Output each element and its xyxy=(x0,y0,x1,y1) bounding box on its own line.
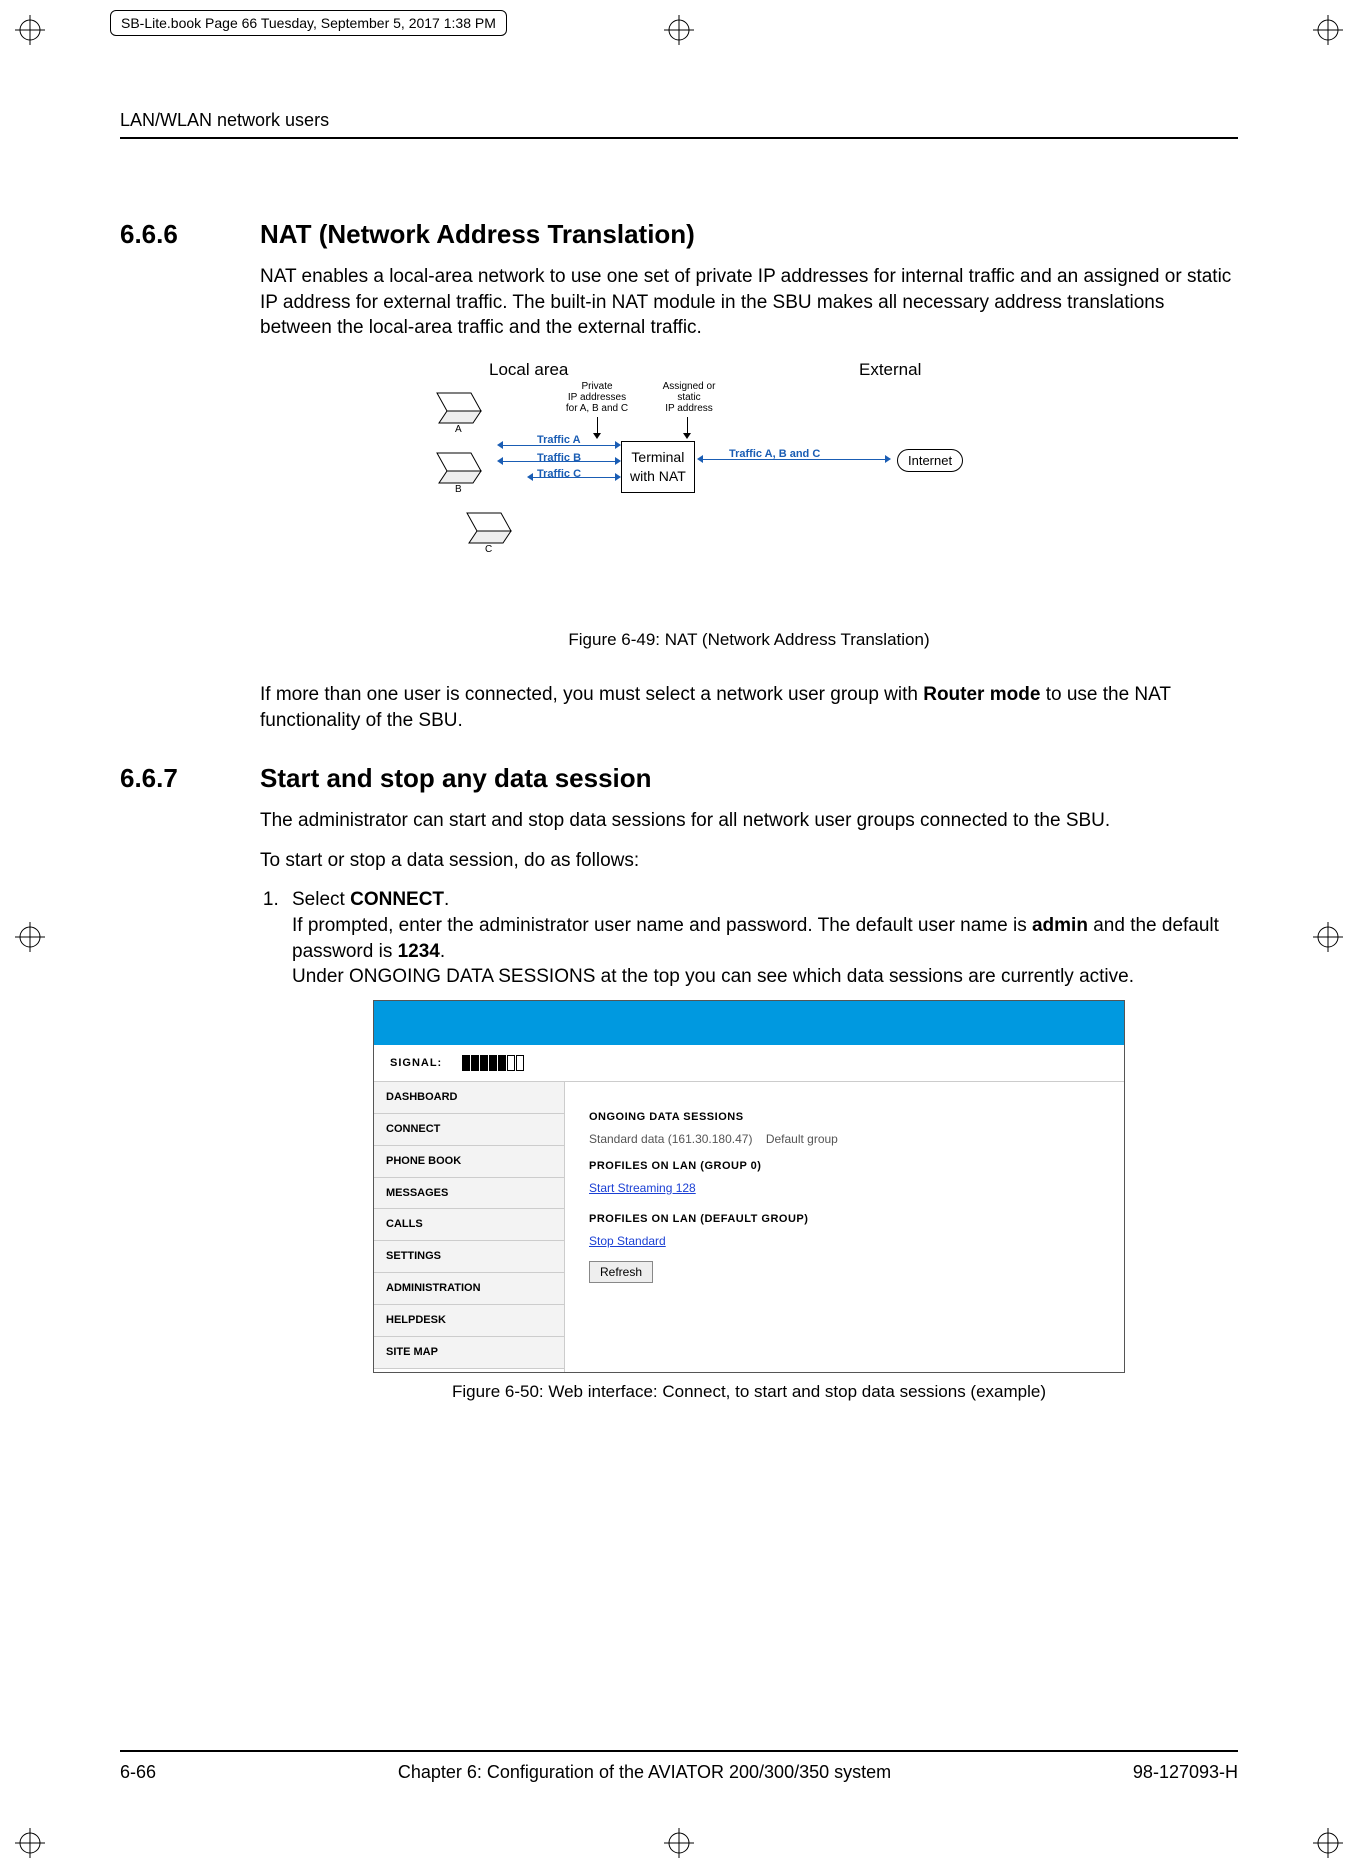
nav-settings[interactable]: SETTINGS xyxy=(374,1241,564,1273)
crop-mark-icon xyxy=(1313,15,1343,45)
arrow-down-icon xyxy=(597,417,598,437)
router-mode-paragraph: If more than one user is connected, you … xyxy=(260,682,1238,733)
page-number: 6-66 xyxy=(120,1762,156,1783)
section-title-667: Start and stop any data session xyxy=(260,763,652,794)
crop-mark-icon xyxy=(15,1828,45,1858)
admin-intro-paragraph: The administrator can start and stop dat… xyxy=(260,808,1238,834)
static-ip-label: Assigned orstaticIP address xyxy=(654,381,724,414)
local-area-label: Local area xyxy=(489,359,568,382)
crop-mark-icon xyxy=(664,15,694,45)
laptop-letter-b: B xyxy=(455,483,462,497)
section-title-666: NAT (Network Address Translation) xyxy=(260,219,695,250)
instructions-lead: To start or stop a data session, do as f… xyxy=(260,848,1238,874)
internet-cloud: Internet xyxy=(897,449,963,473)
profiles-group0-heading: PROFILES ON LAN (GROUP 0) xyxy=(589,1159,1100,1174)
step-1: Select CONNECT. If prompted, enter the a… xyxy=(284,887,1238,990)
section-number-667: 6.6.7 xyxy=(120,763,220,794)
laptop-b-icon: B xyxy=(429,449,489,485)
web-interface-screenshot: SIGNAL: DASHBOARD CONNECT PHONE BOOK MES… xyxy=(373,1000,1125,1373)
traffic-abc-label: Traffic A, B and C xyxy=(729,447,820,462)
crop-mark-icon xyxy=(664,1828,694,1858)
arrow-down-icon xyxy=(687,417,688,437)
figure-650-caption: Figure 6-50: Web interface: Connect, to … xyxy=(260,1381,1238,1404)
nav-connect[interactable]: CONNECT xyxy=(374,1114,564,1146)
traffic-b-label: Traffic B xyxy=(537,451,581,466)
signal-label: SIGNAL: xyxy=(390,1056,442,1071)
start-streaming-link[interactable]: Start Streaming 128 xyxy=(589,1180,696,1196)
nav-administration[interactable]: ADMINISTRATION xyxy=(374,1273,564,1305)
section-number-666: 6.6.6 xyxy=(120,219,220,250)
signal-bars-icon xyxy=(462,1055,524,1071)
nav-calls[interactable]: CALLS xyxy=(374,1209,564,1241)
ongoing-sessions-heading: ONGOING DATA SESSIONS xyxy=(589,1110,1100,1125)
nav-phone-book[interactable]: PHONE BOOK xyxy=(374,1146,564,1178)
stop-standard-link[interactable]: Stop Standard xyxy=(589,1233,666,1249)
laptop-c-icon: C xyxy=(459,509,519,545)
nav-messages[interactable]: MESSAGES xyxy=(374,1178,564,1210)
external-label: External xyxy=(859,359,921,382)
laptop-a-icon: A xyxy=(429,389,489,425)
session-row: Standard data (161.30.180.47) Default gr… xyxy=(589,1131,1100,1147)
doc-id-footer: 98-127093-H xyxy=(1133,1762,1238,1783)
crop-mark-icon xyxy=(1313,922,1343,952)
laptop-letter-c: C xyxy=(485,543,492,557)
crop-mark-icon xyxy=(15,922,45,952)
nav-site-map[interactable]: SITE MAP xyxy=(374,1337,564,1369)
nav-dashboard[interactable]: DASHBOARD xyxy=(374,1082,564,1114)
nav-helpdesk[interactable]: HELPDESK xyxy=(374,1305,564,1337)
profiles-default-heading: PROFILES ON LAN (DEFAULT GROUP) xyxy=(589,1212,1100,1227)
figure-649-caption: Figure 6-49: NAT (Network Address Transl… xyxy=(260,629,1238,652)
terminal-nat-box: Terminalwith NAT xyxy=(621,441,695,493)
laptop-letter-a: A xyxy=(455,423,462,437)
book-info-tab: SB-Lite.book Page 66 Tuesday, September … xyxy=(110,10,507,36)
traffic-c-label: Traffic C xyxy=(537,467,581,482)
nat-intro-paragraph: NAT enables a local-area network to use … xyxy=(260,264,1238,341)
private-ip-label: PrivateIP addressesfor A, B and C xyxy=(557,381,637,414)
refresh-button[interactable]: Refresh xyxy=(589,1261,653,1283)
chapter-title-footer: Chapter 6: Configuration of the AVIATOR … xyxy=(398,1762,891,1783)
crop-mark-icon xyxy=(15,15,45,45)
traffic-a-label: Traffic A xyxy=(537,433,581,448)
running-header: LAN/WLAN network users xyxy=(120,110,1238,139)
ws-top-bar xyxy=(374,1001,1124,1045)
ws-nav: DASHBOARD CONNECT PHONE BOOK MESSAGES CA… xyxy=(374,1082,565,1372)
crop-mark-icon xyxy=(1313,1828,1343,1858)
nat-diagram-figure: Local area External PrivateIP addressesf… xyxy=(260,359,1238,619)
